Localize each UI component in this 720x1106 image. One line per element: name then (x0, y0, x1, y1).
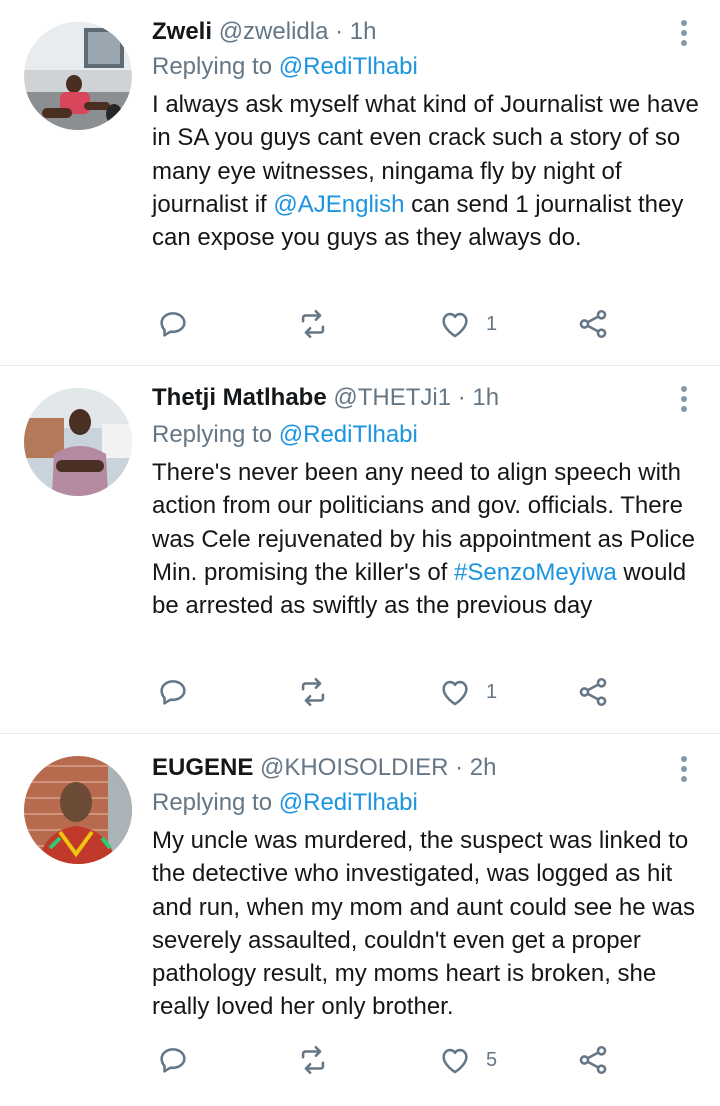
tweet-actions: 1 (152, 304, 652, 344)
like-button[interactable]: 1 (438, 304, 497, 344)
separator-dot: · (455, 754, 464, 781)
separator-dot: · (457, 384, 466, 411)
share-button[interactable] (576, 304, 610, 344)
tweet-time[interactable]: 1h (350, 18, 377, 45)
reply-icon (160, 680, 186, 705)
tweet-time[interactable]: 1h (472, 384, 499, 411)
retweet-icon (301, 1045, 325, 1075)
retweet-button[interactable] (296, 1040, 330, 1080)
share-icon (579, 309, 607, 339)
share-button[interactable] (576, 672, 610, 712)
like-icon (442, 1048, 468, 1074)
author-handle[interactable]: @THETJi1 (333, 384, 451, 411)
tweet-card[interactable]: Thetji Matlhabe @THETJi1 · 1h Replying t… (0, 366, 720, 734)
more-options-icon[interactable] (678, 752, 690, 786)
reply-icon (160, 312, 186, 337)
avatar[interactable] (24, 388, 132, 496)
reply-button[interactable] (156, 672, 190, 712)
like-count: 5 (486, 1048, 498, 1071)
mention-link[interactable]: @AJEnglish (273, 191, 404, 218)
like-count: 1 (486, 680, 498, 703)
tweet-time[interactable]: 2h (470, 754, 497, 781)
avatar[interactable] (24, 756, 132, 864)
tweet-text: There's never been any need to align spe… (152, 456, 704, 622)
tweet-text-part: My uncle was murdered, the suspect was l… (152, 827, 695, 1021)
like-icon (442, 312, 468, 338)
replying-to-label: Replying to (152, 53, 273, 80)
replying-to: Replying to @RediTlhabi (152, 50, 418, 83)
replying-to-link[interactable]: @RediTlhabi (279, 421, 418, 448)
like-button[interactable]: 5 (438, 1040, 497, 1080)
tweet-card[interactable]: EUGENE @KHOISOLDIER · 2h Replying to @Re… (0, 734, 720, 1106)
reply-button[interactable] (156, 1040, 190, 1080)
retweet-icon (301, 309, 325, 339)
tweet-header: Zweli @zwelidla · 1h (152, 14, 376, 50)
author-handle[interactable]: @zwelidla (219, 18, 329, 45)
retweet-button[interactable] (296, 672, 330, 712)
tweet-actions: 5 (152, 1040, 652, 1080)
share-button[interactable] (576, 1040, 610, 1080)
share-icon (579, 1045, 607, 1075)
tweet-text: My uncle was murdered, the suspect was l… (152, 824, 704, 1024)
tweet-replies-feed: Zweli @zwelidla · 1h Replying to @RediTl… (0, 0, 720, 1106)
tweet-text: I always ask myself what kind of Journal… (152, 88, 704, 254)
replying-to-label: Replying to (152, 789, 273, 816)
replying-to: Replying to @RediTlhabi (152, 786, 418, 819)
retweet-button[interactable] (296, 304, 330, 344)
avatar-photo-zweli (24, 22, 132, 130)
tweet-header: Thetji Matlhabe @THETJi1 · 1h (152, 380, 499, 416)
author-name[interactable]: Zweli (152, 18, 212, 45)
author-name[interactable]: EUGENE (152, 754, 253, 781)
tweet-header: EUGENE @KHOISOLDIER · 2h (152, 750, 496, 786)
hashtag-link[interactable]: #SenzoMeyiwa (454, 559, 617, 586)
replying-to-link[interactable]: @RediTlhabi (279, 53, 418, 80)
avatar[interactable] (24, 22, 132, 130)
more-options-icon[interactable] (678, 382, 690, 416)
replying-to-link[interactable]: @RediTlhabi (279, 789, 418, 816)
like-icon (442, 680, 468, 706)
avatar-photo-thetji (24, 388, 132, 496)
reply-icon (160, 1048, 186, 1073)
more-options-icon[interactable] (678, 16, 690, 50)
replying-to: Replying to @RediTlhabi (152, 418, 418, 451)
retweet-icon (301, 677, 325, 707)
replying-to-label: Replying to (152, 421, 273, 448)
tweet-actions: 1 (152, 672, 652, 712)
like-button[interactable]: 1 (438, 672, 497, 712)
reply-button[interactable] (156, 304, 190, 344)
share-icon (579, 677, 607, 707)
author-handle[interactable]: @KHOISOLDIER (260, 754, 448, 781)
tweet-card[interactable]: Zweli @zwelidla · 1h Replying to @RediTl… (0, 0, 720, 366)
like-count: 1 (486, 312, 498, 335)
separator-dot: · (335, 18, 344, 45)
author-name[interactable]: Thetji Matlhabe (152, 384, 327, 411)
avatar-photo-eugene (24, 756, 132, 864)
